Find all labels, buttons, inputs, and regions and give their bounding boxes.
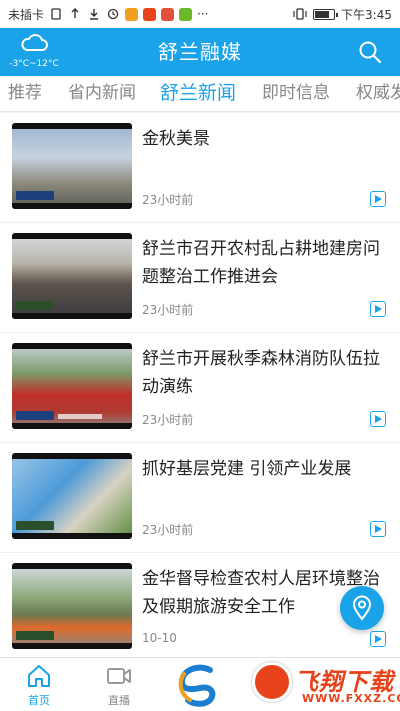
news-time: 23小时前	[142, 413, 194, 427]
app-notification-icon	[125, 7, 139, 21]
watermark-logo: 飞翔下载 WWW.FXXZ.COM	[252, 660, 400, 711]
category-tabs: 推荐 省内新闻 舒兰新闻 即时信息 权威发	[0, 76, 400, 112]
news-time: 23小时前	[142, 523, 194, 537]
news-time: 10-10	[142, 631, 177, 645]
clock: 下午3:45	[341, 7, 392, 22]
app-notification-icon	[161, 7, 175, 21]
news-thumbnail	[12, 123, 132, 209]
tab-shulan-news[interactable]: 舒兰新闻	[160, 76, 236, 111]
search-button[interactable]	[358, 40, 382, 64]
news-title: 金秋美景	[142, 129, 210, 149]
video-play-icon[interactable]	[370, 191, 386, 207]
news-thumbnail	[12, 563, 132, 649]
news-thumbnail	[12, 453, 132, 539]
news-thumbnail	[12, 233, 132, 319]
page-title: 舒兰融媒	[158, 40, 242, 64]
video-play-icon[interactable]	[370, 521, 386, 537]
app-header: -3°C~12°C 舒兰融媒	[0, 28, 400, 76]
home-icon	[28, 665, 50, 687]
usb-icon	[68, 8, 82, 20]
nav-home-label: 首页	[28, 694, 50, 707]
location-button[interactable]	[340, 586, 384, 630]
nav-home[interactable]: 首页	[4, 658, 74, 711]
news-item[interactable]: 舒兰市开展秋季森林消防队伍拉动演练 23小时前	[0, 333, 400, 443]
search-icon	[359, 41, 382, 64]
app-notification-icon	[143, 7, 157, 21]
news-title: 抓好基层党建 引领产业发展	[142, 459, 352, 479]
center-logo-button[interactable]	[170, 660, 228, 710]
nav-live-label: 直播	[108, 694, 130, 707]
tab-authoritative[interactable]: 权威发	[356, 76, 400, 111]
tab-provincial-news[interactable]: 省内新闻	[68, 76, 136, 111]
news-time: 23小时前	[142, 193, 194, 207]
news-item[interactable]: 舒兰市召开农村乱占耕地建房问题整治工作推进会 23小时前	[0, 223, 400, 333]
news-item[interactable]: 金秋美景 23小时前	[0, 113, 400, 223]
news-title: 舒兰市召开农村乱占耕地建房问题整治工作推进会	[142, 239, 380, 287]
nav-live[interactable]: 直播	[84, 658, 154, 711]
alarm-icon	[106, 8, 120, 20]
news-time: 23小时前	[142, 303, 194, 317]
app-logo-icon	[178, 664, 216, 707]
location-pin-icon	[352, 595, 372, 621]
battery-icon	[313, 8, 339, 20]
watermark-badge-icon	[252, 662, 292, 702]
news-thumbnail	[12, 343, 132, 429]
video-play-icon[interactable]	[370, 301, 386, 317]
news-item[interactable]: 抓好基层党建 引领产业发展 23小时前	[0, 443, 400, 553]
news-list: 金秋美景 23小时前 舒兰市召开农村乱占耕地建房问题整治工作推进会 23小时前 …	[0, 113, 400, 657]
tab-recommend[interactable]: 推荐	[8, 76, 42, 111]
video-play-icon[interactable]	[370, 411, 386, 427]
download-icon	[87, 8, 101, 20]
more-notifications: ···	[197, 7, 209, 21]
tab-instant-info[interactable]: 即时信息	[262, 76, 330, 111]
video-play-icon[interactable]	[370, 631, 386, 647]
watermark-url: WWW.FXXZ.COM	[302, 692, 400, 705]
carrier-label: 未插卡	[8, 7, 45, 22]
vibrate-icon	[293, 8, 307, 20]
app-notification-icon	[179, 7, 193, 21]
sim-icon	[49, 8, 63, 20]
news-title: 舒兰市开展秋季森林消防队伍拉动演练	[142, 349, 380, 397]
status-bar: 未插卡 ··· 下午3:45	[0, 0, 400, 28]
video-icon	[107, 668, 131, 684]
